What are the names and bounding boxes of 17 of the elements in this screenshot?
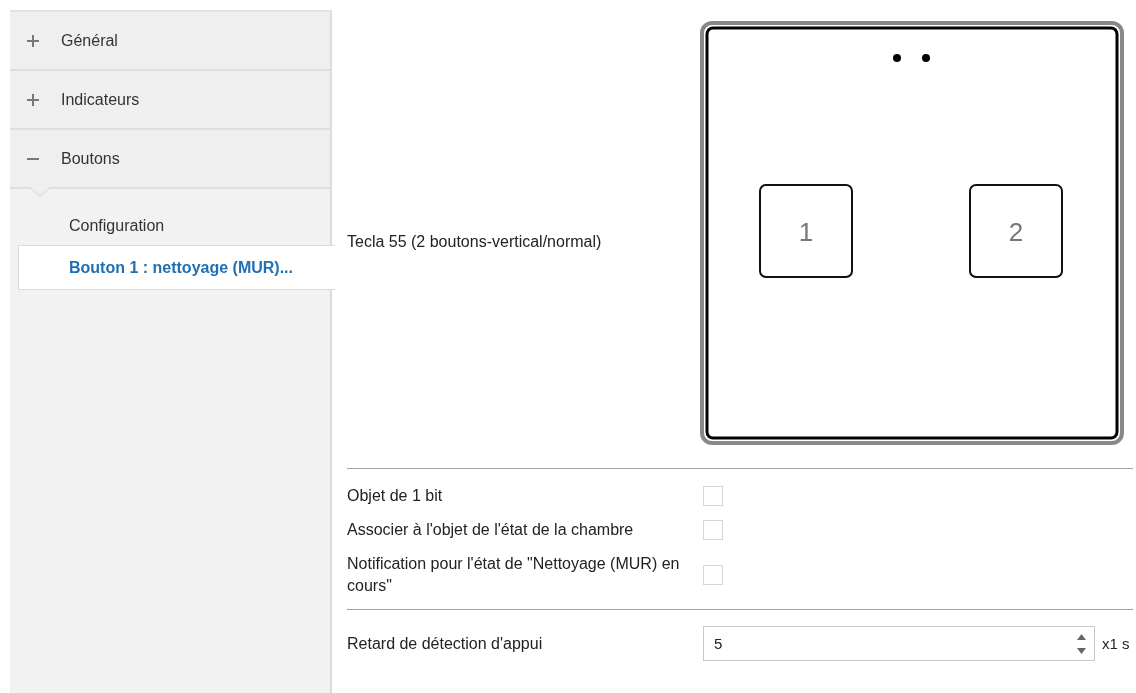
section-label: Boutons xyxy=(61,149,120,168)
checkbox[interactable] xyxy=(703,565,723,585)
sidebar-item[interactable]: Configuration xyxy=(10,189,330,245)
checkbox[interactable] xyxy=(703,520,723,540)
sidebar-item[interactable]: Bouton 1 : nettoyage (MUR)... xyxy=(18,245,335,290)
checkbox[interactable] xyxy=(703,486,723,506)
device-label: Tecla 55 (2 boutons-vertical/normal) xyxy=(347,233,602,251)
option-label: Associer à l'objet de l'état de la chambre xyxy=(347,520,635,540)
unit-label: x1 s xyxy=(1102,635,1130,652)
section-label: Général xyxy=(61,31,118,50)
spinner-arrows-icon[interactable] xyxy=(1077,632,1086,655)
option-label: Notification pour l'état de "Nettoyage (MUR) en cours" xyxy=(347,554,681,596)
option-label: Objet de 1 bit xyxy=(347,486,444,506)
switch-panel-drawing: 1 2 xyxy=(700,21,1124,445)
field-label: Retard de détection d'appui xyxy=(347,633,544,654)
section-label: Indicateurs xyxy=(61,90,140,109)
number-field[interactable]: 5 xyxy=(703,626,1095,661)
